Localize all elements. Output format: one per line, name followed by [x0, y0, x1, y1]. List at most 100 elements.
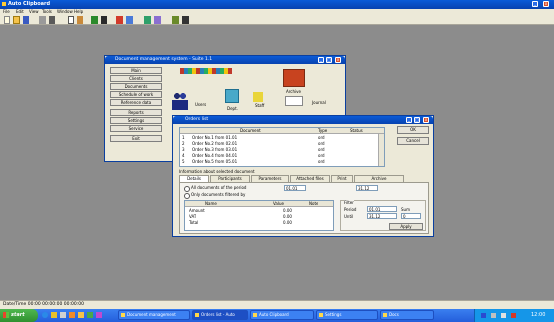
task-label: Orders list - Auto: [201, 312, 235, 317]
table-row[interactable]: VAT 0.00: [185, 214, 333, 219]
nav-documents-button[interactable]: Documents: [110, 83, 162, 90]
task-auto-clipboard[interactable]: Auto Clipboard: [250, 310, 314, 320]
tab-parameters[interactable]: Parameters: [251, 175, 289, 182]
col-type[interactable]: Type: [318, 128, 327, 133]
open-icon[interactable]: [13, 16, 20, 24]
filter-until-field[interactable]: 31.12: [367, 213, 397, 219]
tab-print[interactable]: Print: [331, 175, 353, 182]
tile-staff-label[interactable]: Staff: [255, 103, 264, 108]
filter-period-field[interactable]: 01.01: [367, 206, 397, 212]
tab-participants[interactable]: Participants: [210, 175, 250, 182]
tile-archive-label[interactable]: Archive: [286, 89, 301, 94]
ql-help-icon[interactable]: [87, 312, 93, 318]
nav-schedule-button[interactable]: Schedule of work: [110, 91, 162, 98]
ok-button[interactable]: OK: [397, 126, 429, 134]
save-icon[interactable]: [23, 16, 29, 24]
dialog-maximize-button[interactable]: □: [414, 117, 420, 123]
menu-view[interactable]: View: [29, 9, 39, 14]
orders-dialog: Orders list _ □ x OK Cancel Document Typ…: [172, 115, 434, 237]
staff-image: [253, 92, 263, 102]
row-number: 1: [182, 135, 185, 140]
row-document: Order No.3 from 03.01: [192, 147, 238, 152]
col-status[interactable]: Status: [350, 128, 363, 133]
apply-button[interactable]: Apply: [389, 223, 423, 230]
grid-scrollbar[interactable]: [378, 134, 384, 166]
nav-service-button[interactable]: Service: [110, 125, 162, 132]
task-settings[interactable]: Settings: [316, 310, 378, 320]
help-icon[interactable]: [144, 16, 151, 24]
ql-media-icon[interactable]: [69, 312, 75, 318]
copy-icon[interactable]: [68, 16, 74, 24]
launcher-maximize-button[interactable]: □: [326, 57, 332, 63]
radio-all-icon[interactable]: [184, 186, 190, 192]
tray-network-icon[interactable]: [491, 313, 496, 318]
ql-desktop-icon[interactable]: [51, 312, 57, 318]
start-button[interactable]: start: [0, 309, 38, 322]
print-icon[interactable]: [39, 16, 46, 24]
new-icon[interactable]: [4, 16, 10, 24]
table-row[interactable]: Amount 0.00: [185, 208, 333, 213]
tray-language-icon[interactable]: [481, 313, 486, 318]
app-minimize-button[interactable]: _: [532, 1, 538, 7]
tab-details[interactable]: Details: [179, 175, 209, 182]
launcher-title: Document management system - Suite 1.1: [115, 57, 213, 62]
filter-until-label: Until: [344, 214, 354, 219]
nav-settings-button[interactable]: Settings: [110, 117, 162, 124]
image-icon[interactable]: [154, 16, 161, 24]
close-doc-icon[interactable]: [182, 16, 189, 24]
task-document-management[interactable]: Document management: [118, 310, 190, 320]
status-text: Date/Time 00:00 00:00:00 00:00:00: [3, 302, 84, 307]
nav-exit-button[interactable]: Exit: [110, 135, 162, 142]
chart-icon[interactable]: [116, 16, 123, 24]
nav-reference-button[interactable]: Reference data: [110, 99, 162, 106]
tray-volume-icon[interactable]: [501, 313, 506, 318]
menu-edit[interactable]: Edit: [16, 9, 24, 14]
launcher-close-button[interactable]: x: [335, 57, 341, 63]
row-type: ord: [318, 147, 325, 152]
date-to-field[interactable]: 31.12: [356, 185, 378, 191]
task-icon: [121, 313, 125, 317]
menu-window[interactable]: Window: [57, 9, 73, 14]
task-label: Document management: [127, 312, 176, 317]
app-close-button[interactable]: x: [543, 1, 549, 7]
tile-dept-label[interactable]: Dept.: [227, 106, 238, 111]
launcher-minimize-button[interactable]: _: [318, 57, 324, 63]
menu-file[interactable]: File: [3, 9, 10, 14]
task-orders-list[interactable]: Orders list - Auto: [192, 310, 248, 320]
ql-mail-icon[interactable]: [60, 312, 66, 318]
tab-archive[interactable]: Archive: [354, 175, 404, 182]
table-icon[interactable]: [172, 16, 179, 24]
radio-filtered-icon[interactable]: [184, 193, 190, 199]
tile-users-label[interactable]: Users: [195, 102, 206, 107]
nav-clients-button[interactable]: Clients: [110, 75, 162, 82]
system-tray: 12:00: [474, 309, 554, 322]
cancel-button[interactable]: Cancel: [397, 137, 429, 145]
filter-sum-field[interactable]: 0: [401, 213, 421, 219]
menu-help[interactable]: Help: [74, 9, 83, 14]
value-amount: 0.00: [283, 208, 292, 213]
paste-icon[interactable]: [77, 16, 83, 24]
task-docs[interactable]: Docs: [380, 310, 434, 320]
tab-attached-files[interactable]: Attached files: [290, 175, 330, 182]
dialog-close-button[interactable]: x: [423, 117, 429, 123]
menu-tools[interactable]: Tools: [42, 9, 52, 14]
ql-folder-icon[interactable]: [78, 312, 84, 318]
filter-sum-label: Sum: [401, 207, 410, 212]
nav-reports-button[interactable]: Reports: [110, 109, 162, 116]
undo-icon[interactable]: [91, 16, 98, 24]
col-document[interactable]: Document: [240, 128, 261, 133]
tray-clock[interactable]: 12:00: [531, 312, 545, 318]
calendar-icon[interactable]: [126, 16, 133, 24]
ql-app-icon[interactable]: [96, 312, 102, 318]
ql-browser-icon[interactable]: [42, 312, 48, 318]
date-from-field[interactable]: 01.01: [284, 185, 306, 191]
table-row[interactable]: Total 0.00: [185, 220, 333, 225]
task-label: Settings: [325, 312, 342, 317]
table-row[interactable]: 5 Order No.5 from 05.01 ord: [180, 159, 376, 165]
dialog-minimize-button[interactable]: _: [406, 117, 412, 123]
tray-security-icon[interactable]: [511, 313, 516, 318]
tile-journal-label[interactable]: Journal: [312, 100, 326, 105]
nav-main-button[interactable]: Main: [110, 67, 162, 74]
cut-icon[interactable]: [49, 16, 55, 24]
find-icon[interactable]: [101, 16, 107, 24]
